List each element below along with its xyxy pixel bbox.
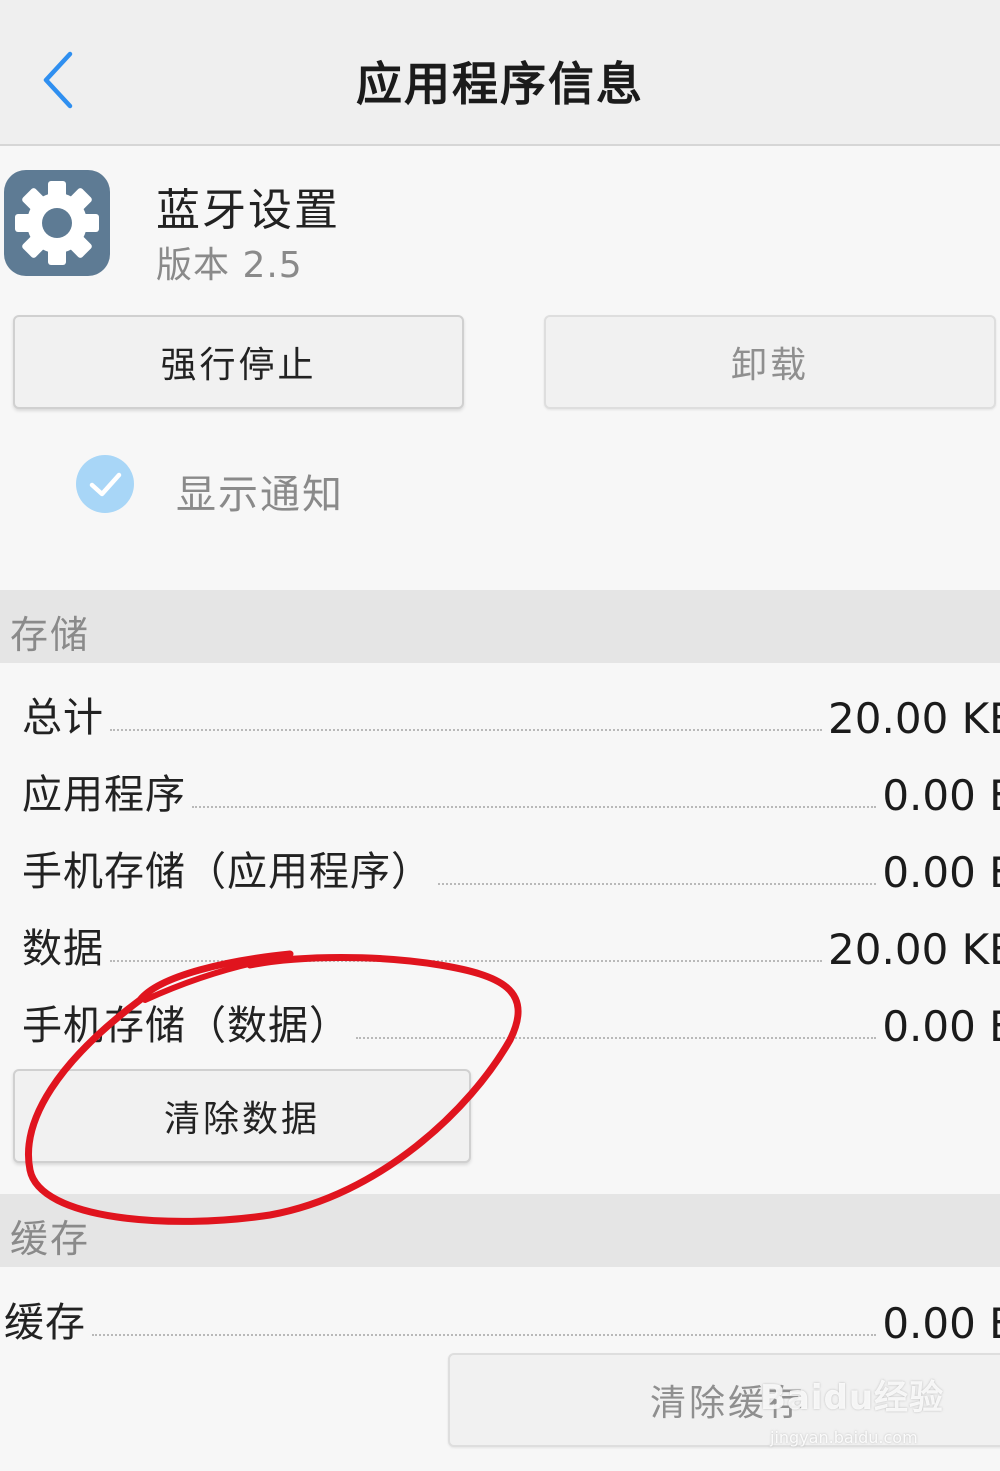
cache-section-title: 缓存 [10, 1217, 91, 1261]
app-gear-icon [4, 170, 110, 276]
cache-section-header: 缓存 [0, 1194, 1000, 1267]
row-value: 0.00 B [882, 848, 1000, 897]
title-bar: 应用程序信息 [0, 0, 1000, 146]
dotted-leader [438, 883, 877, 885]
row-value: 0.00 B [882, 1299, 1000, 1348]
app-version: 版本 2.5 [156, 245, 303, 286]
row-label: 应用程序 [22, 772, 186, 818]
show-notification-label: 显示通知 [176, 472, 344, 518]
watermark-logo: Baidu经验 [760, 1378, 945, 1418]
row-label: 手机存储（应用程序） [22, 849, 432, 895]
watermark-url: jingyan.baidu.com [770, 1428, 918, 1447]
dotted-leader [356, 1037, 877, 1039]
clear-data-button[interactable]: 清除数据 [13, 1069, 471, 1163]
row-label: 手机存储（数据） [22, 1003, 350, 1049]
force-stop-button[interactable]: 强行停止 [13, 315, 464, 409]
row-value: 20.00 KB [828, 925, 1000, 974]
storage-row-data: 数据 20.00 KB [22, 914, 1000, 974]
page-title: 应用程序信息 [356, 57, 644, 111]
cache-row: 缓存 0.00 B [4, 1288, 1000, 1348]
storage-row-app: 应用程序 0.00 B [22, 760, 1000, 820]
row-value: 0.00 B [882, 1002, 1000, 1051]
dotted-leader [110, 960, 823, 962]
dotted-leader [92, 1334, 877, 1336]
row-label: 总计 [22, 695, 104, 741]
storage-section-header: 存储 [0, 590, 1000, 663]
storage-section-title: 存储 [10, 613, 91, 657]
uninstall-button[interactable]: 卸载 [544, 315, 996, 409]
storage-row-total: 总计 20.00 KB [22, 683, 1000, 743]
dotted-leader [192, 806, 877, 808]
row-value: 20.00 KB [828, 694, 1000, 743]
app-name: 蓝牙设置 [156, 185, 340, 236]
storage-row-phone-data: 手机存储（数据） 0.00 B [22, 991, 1000, 1051]
row-label: 缓存 [4, 1300, 86, 1346]
dotted-leader [110, 729, 823, 731]
checkbox-checked-icon[interactable] [76, 455, 134, 513]
row-label: 数据 [22, 926, 104, 972]
storage-row-phone-app: 手机存储（应用程序） 0.00 B [22, 837, 1000, 897]
row-value: 0.00 B [882, 771, 1000, 820]
